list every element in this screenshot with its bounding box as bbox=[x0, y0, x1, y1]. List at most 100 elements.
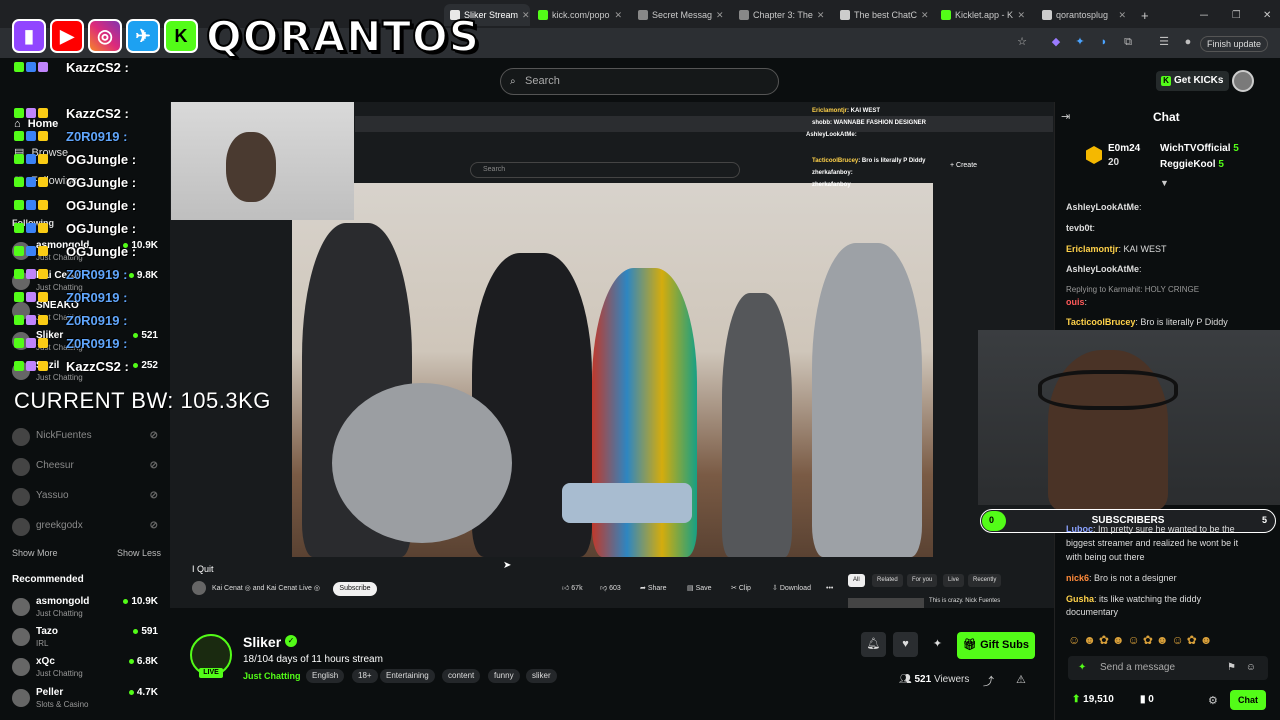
more-icon: ••• bbox=[826, 585, 834, 592]
sparkle-icon[interactable]: ✦ bbox=[925, 632, 950, 657]
channel-name[interactable]: Sliker bbox=[243, 634, 281, 650]
channel-category: Just Chatting bbox=[36, 669, 83, 678]
avatar bbox=[12, 598, 30, 616]
close-icon[interactable]: ✕ bbox=[614, 10, 622, 21]
captured-save-button: ▤ Save bbox=[687, 585, 712, 592]
captured-search-bar: Search bbox=[470, 162, 740, 178]
avatar bbox=[12, 658, 30, 676]
restore-icon[interactable]: ❐ bbox=[1226, 4, 1240, 26]
tab-chatgpt[interactable]: The best ChatC ✕ bbox=[834, 4, 930, 26]
save-icon: ▤ bbox=[687, 585, 694, 592]
sidebar-channel[interactable]: Yassuo ⊘ bbox=[12, 484, 162, 512]
window-close-icon[interactable]: ✕ bbox=[1257, 4, 1271, 26]
channel-points[interactable]: ⬆ 19,510 bbox=[1072, 694, 1114, 705]
category-link[interactable]: Just Chatting bbox=[243, 671, 301, 681]
show-less-link[interactable]: Show Less bbox=[117, 548, 161, 558]
offline-icon: ⊘ bbox=[149, 460, 158, 471]
leaderboard-value: 20 bbox=[1108, 157, 1120, 168]
profile-icon[interactable]: ● bbox=[1180, 34, 1196, 50]
tab-favicon bbox=[941, 10, 951, 20]
captured-chat-line: shobb: WANNABE FASHION DESIGNER bbox=[812, 120, 927, 126]
close-icon[interactable]: ✕ bbox=[1017, 10, 1025, 21]
puzzle-icon[interactable]: ⧉ bbox=[1120, 34, 1136, 50]
extension-icon[interactable]: ✦ bbox=[1072, 34, 1088, 50]
social-banner: ▮ ▶ ◎ ✈ K QORANTOS bbox=[12, 8, 480, 64]
channel-name: Yassuo bbox=[36, 490, 69, 501]
extension-icon[interactable]: ◆ bbox=[1048, 34, 1064, 50]
tag[interactable]: Entertaining bbox=[380, 669, 435, 683]
bookmark-star-icon[interactable]: ☆ bbox=[1014, 34, 1030, 50]
chat-message: Gusha: its like watching the diddy bbox=[1066, 594, 1202, 604]
tag[interactable]: funny bbox=[488, 669, 520, 683]
get-kicks-button[interactable]: K Get KICKs bbox=[1156, 71, 1230, 91]
overlay-chat-line: Z0R0919 : bbox=[14, 267, 127, 289]
sidebar-channel[interactable]: xQc Just Chatting 6.8K bbox=[12, 654, 162, 682]
tab-label: Chapter 3: The bbox=[753, 10, 813, 20]
sidebar-channel[interactable]: Tazo IRL 591 bbox=[12, 624, 162, 652]
chat-input[interactable]: ✦ Send a message ⚑ ☺ bbox=[1068, 656, 1268, 680]
tab-qorantosplug[interactable]: qorantosplug ✕ bbox=[1036, 4, 1132, 26]
scissors-icon: ✂ bbox=[731, 585, 737, 592]
captured-recommendation: This is crazy. Nick Fuentes bbox=[929, 598, 1001, 604]
sidebar-channel[interactable]: Cheesur ⊘ bbox=[12, 454, 162, 482]
translate-icon[interactable]: ⚑ bbox=[1227, 656, 1236, 680]
emote-bar[interactable]: ☺☻✿☻☺✿☻☺✿☻ bbox=[1068, 633, 1215, 647]
users-icon: 👥︎ bbox=[899, 674, 912, 685]
leaderboard-entry: ReggieKool 5 bbox=[1160, 159, 1224, 170]
extension-icon[interactable]: ◗ bbox=[1096, 34, 1112, 50]
sidebar-channel[interactable]: Peller Slots & Casino 4.7K bbox=[12, 685, 162, 713]
sidebar-channel[interactable]: greekgodx ⊘ bbox=[12, 514, 162, 542]
captured-chat-line: Ericlamontjr: KAI WEST bbox=[812, 108, 881, 114]
search-input[interactable]: ⌕ Search bbox=[500, 68, 779, 95]
tab-chapter-3[interactable]: Chapter 3: The ✕ bbox=[733, 4, 829, 26]
sidebar-channel[interactable]: asmongold Just Chatting 10.9K bbox=[12, 594, 162, 622]
filter-icon[interactable]: ▼ bbox=[1160, 178, 1169, 188]
viewer-count: 6.8K bbox=[128, 656, 158, 667]
tab-favicon bbox=[840, 10, 850, 20]
avatar bbox=[12, 628, 30, 646]
tab-kicklet[interactable]: Kicklet.app - K ✕ bbox=[935, 4, 1031, 26]
captured-chip: Recently bbox=[968, 574, 1002, 587]
heart-icon[interactable]: ♥ bbox=[893, 632, 918, 657]
close-icon[interactable]: ✕ bbox=[1118, 10, 1126, 21]
close-icon[interactable]: ✕ bbox=[817, 10, 825, 21]
minimize-icon[interactable]: — bbox=[1194, 4, 1208, 26]
emoji-icon[interactable]: ☺ bbox=[1246, 656, 1256, 680]
sidebar-icon[interactable]: ☰ bbox=[1156, 34, 1172, 50]
gift-subs-button[interactable]: 🎁︎ Gift Subs bbox=[957, 632, 1035, 659]
captured-clip-button: ✂ Clip bbox=[731, 585, 751, 592]
tag[interactable]: sliker bbox=[526, 669, 557, 683]
new-tab-button[interactable]: + bbox=[1135, 4, 1153, 26]
captured-video-title: I Quit bbox=[192, 564, 214, 574]
tag[interactable]: English bbox=[306, 669, 345, 683]
avatar[interactable] bbox=[1232, 70, 1254, 92]
sidebar-channel[interactable]: NickFuentes ⊘ bbox=[12, 424, 162, 452]
tab-secret-message[interactable]: Secret Messag ✕ bbox=[632, 4, 728, 26]
gear-icon[interactable]: ⚙ bbox=[1208, 694, 1218, 707]
close-icon[interactable]: ✕ bbox=[921, 10, 929, 21]
captured-download-button: ⇩ Download bbox=[772, 585, 811, 592]
stream-title: 18/104 days of 11 hours stream bbox=[243, 654, 383, 665]
bell-icon[interactable]: 🔔︎ bbox=[861, 632, 886, 657]
tab-kick[interactable]: kick.com/popo ✕ bbox=[532, 4, 628, 26]
close-icon[interactable]: ✕ bbox=[716, 10, 724, 21]
close-icon[interactable]: ✕ bbox=[522, 10, 530, 21]
collapse-chat-icon[interactable]: ⇥ bbox=[1061, 110, 1070, 123]
share-icon[interactable]: ⤴ bbox=[983, 673, 994, 689]
captured-dislike-button: 👎︎ 603 bbox=[600, 585, 621, 592]
chat-send-button[interactable]: Chat bbox=[1230, 690, 1266, 710]
youtube-icon: ▶ bbox=[50, 19, 84, 53]
kicks-balance[interactable]: ▮ 0 bbox=[1140, 694, 1154, 705]
tag[interactable]: 18+ bbox=[352, 669, 378, 683]
tab-favicon bbox=[1042, 10, 1052, 20]
viewer-count: 9.8K bbox=[128, 270, 158, 281]
captured-chip: Live bbox=[943, 574, 965, 587]
channel-name: Tazo bbox=[36, 626, 59, 637]
search-icon: ⌕ bbox=[510, 76, 516, 87]
tag[interactable]: content bbox=[442, 669, 481, 683]
show-more-link[interactable]: Show More bbox=[12, 548, 58, 558]
reactor-webcam bbox=[978, 330, 1280, 510]
finish-update-button[interactable]: Finish update bbox=[1200, 36, 1269, 52]
verified-icon: ✓ bbox=[285, 635, 297, 647]
warning-icon[interactable]: ⚠ bbox=[1016, 673, 1026, 686]
